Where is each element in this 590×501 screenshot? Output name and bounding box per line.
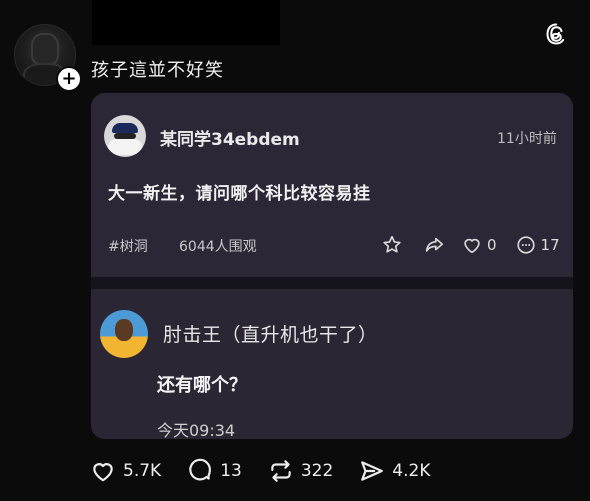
avatar-helmet-figure xyxy=(31,33,59,65)
post-text: 孩子這並不好笑 xyxy=(91,60,224,81)
send-icon xyxy=(361,461,384,481)
redacted-username-block xyxy=(92,0,280,45)
threads-icon[interactable] xyxy=(544,22,568,46)
card-username: 某同学34ebdem xyxy=(160,130,300,150)
repost-count: 322 xyxy=(300,461,334,481)
reply-username: 肘击王（直升机也干了） xyxy=(163,324,378,346)
card-user-avatar xyxy=(104,115,146,157)
embedded-screenshot-card[interactable]: 某同学34ebdem 11小时前 大一新生，请问哪个科比较容易挂 #树洞 604… xyxy=(91,93,573,439)
author-avatar-area[interactable]: + xyxy=(14,24,82,92)
heart-icon xyxy=(93,463,113,482)
card-tag: #树洞 xyxy=(108,239,148,255)
reply-text: 还有哪个？ xyxy=(157,375,247,396)
post-action-bar: 5.7K 13 322 4.2K xyxy=(90,458,456,484)
avatar-cap-shape xyxy=(112,123,138,133)
card-question-text: 大一新生，请问哪个科比较容易挂 xyxy=(108,184,371,204)
card-divider xyxy=(91,277,573,289)
follow-button[interactable]: + xyxy=(56,66,82,92)
card-like-count: 0 xyxy=(487,236,497,254)
star-icon xyxy=(383,235,401,253)
like-button[interactable]: 5.7K xyxy=(90,458,161,484)
heart-icon xyxy=(464,238,480,254)
repost-button[interactable]: 322 xyxy=(268,458,333,484)
repost-icon xyxy=(271,460,291,482)
avatar-cloud-shape xyxy=(108,139,142,155)
reply-button[interactable]: 13 xyxy=(187,458,242,484)
comment-bubble-icon xyxy=(189,458,212,481)
reply-user-avatar xyxy=(100,310,148,358)
share-arrow-icon xyxy=(425,237,444,252)
share-count: 4.2K xyxy=(392,461,431,481)
like-count: 5.7K xyxy=(123,461,162,481)
avatar-head-shape xyxy=(115,319,133,341)
reply-count: 13 xyxy=(220,461,242,481)
comment-bubble-icon xyxy=(516,236,535,254)
share-button[interactable]: 4.2K xyxy=(359,458,430,484)
card-timestamp: 11小时前 xyxy=(497,131,557,147)
card-comment-count: 17 xyxy=(540,236,560,254)
card-action-bar: 0 17 xyxy=(381,234,560,256)
card-view-count: 6044人围观 xyxy=(179,239,257,255)
reply-timestamp: 今天09:34 xyxy=(157,421,236,439)
